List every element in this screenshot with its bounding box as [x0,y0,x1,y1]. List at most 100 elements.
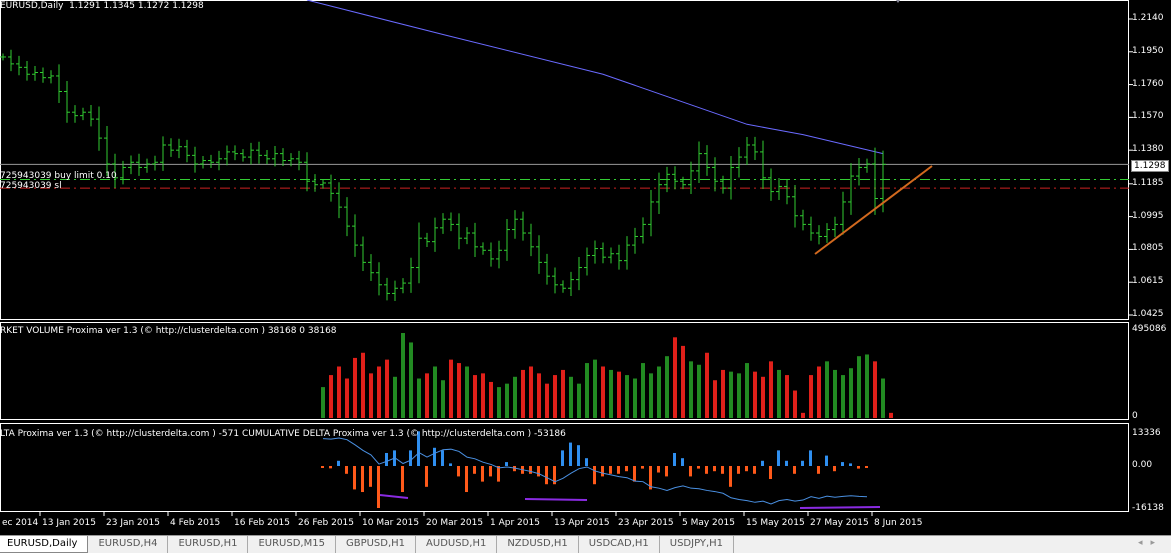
chart-tab[interactable]: AUDUSD,H1 [416,536,498,553]
chart-header: EURUSD,Daily 1.1291 1.1345 1.1272 1.1298 [0,1,204,11]
delta-bar [673,452,676,466]
volume-bar [761,376,765,418]
delta-bar [713,466,716,472]
price-tick: 1.0995 [1132,210,1164,221]
delta-bar [681,458,684,466]
volume-bar [849,368,853,418]
volume-bar [569,376,573,418]
delta-zero: 0.00 [1132,460,1153,470]
volume-bar [809,375,813,418]
volume-max: 495086 [1132,324,1167,334]
volume-bar [617,371,621,418]
chart-tab[interactable]: USDCAD,H1 [579,536,660,553]
delta-bar [385,452,388,466]
volume-bar [865,354,869,418]
symbol-label: EURUSD,Daily [0,1,64,11]
date-label: 5 May 2015 [682,518,735,528]
delta-max: 13336 [1132,428,1161,438]
volume-bar [465,366,469,418]
chart-tab[interactable]: GBPUSD,H1 [336,536,417,553]
delta-bar [697,466,700,469]
chart-tab[interactable]: EURUSD,H4 [88,536,169,553]
volume-bar [769,361,773,418]
support-line [379,494,409,499]
date-label: 27 May 2015 [810,518,869,528]
date-label: 26 Feb 2015 [298,518,355,528]
price-chart[interactable] [0,0,1171,535]
delta-bar [857,466,860,469]
delta-bar [369,466,372,487]
volume-bar [545,383,549,418]
delta-bar [585,458,588,466]
delta-bar [865,466,868,468]
date-label: ec 2014 [2,518,39,528]
volume-bar [577,383,581,418]
volume-bar [337,366,341,418]
delta-bar [617,466,620,474]
volume-bar [665,356,669,418]
delta-bar [489,466,492,477]
price-tick: 1.1570 [1132,111,1164,122]
volume-bar [321,387,325,418]
volume-bar [521,369,525,418]
delta-min: -16138 [1132,503,1164,513]
delta-bar [769,466,772,480]
delta-bar [761,460,764,466]
delta-bar [705,466,708,474]
volume-bar [641,363,645,418]
volume-bar [505,383,509,418]
volume-bar [601,366,605,418]
volume-bar [745,363,749,418]
delta-bar [577,445,580,466]
date-label: 13 Apr 2015 [554,518,610,528]
volume-bar [585,363,589,418]
chart-tab[interactable]: USDJPY,H1 [660,536,735,553]
ohlc-values: 1.1291 1.1345 1.1272 1.1298 [69,1,204,11]
volume-bar [345,378,349,418]
volume-bar [817,366,821,418]
volume-bar [729,371,733,418]
delta-bar [817,466,820,474]
delta-bar [785,460,788,466]
volume-bar [633,378,637,418]
delta-bar [569,442,572,466]
volume-bar [481,373,485,418]
chart-tab[interactable]: EURUSD,H1 [168,536,249,553]
delta-bar [505,462,508,466]
volume-bar [497,387,501,418]
volume-bar [369,373,373,418]
volume-bar [529,366,533,418]
chart-tab[interactable]: EURUSD,Daily [0,536,89,553]
price-tick: 1.0805 [1132,243,1164,254]
trend-line [814,165,933,255]
price-tick: 1.2140 [1132,13,1164,23]
delta-bar [753,466,756,474]
delta-bar [849,463,852,466]
price-tick: 1.1760 [1132,78,1164,89]
volume-bar [401,333,405,418]
date-label: 1 Apr 2015 [490,518,540,528]
volume-bar [697,364,701,418]
delta-bar [601,466,604,477]
delta-bar [449,463,452,466]
tab-scroll-arrows[interactable]: ◂▸ [1138,538,1163,548]
delta-bar [465,466,468,493]
delta-bar [729,466,732,487]
delta-bar [833,466,836,472]
arrow-marker [896,0,900,3]
chart-tab[interactable]: NZDUSD,H1 [497,536,579,553]
delta-bar [593,466,596,485]
date-label: 13 Jan 2015 [42,518,96,528]
delta-bar [473,466,476,474]
delta-bar [377,466,380,508]
volume-bar [513,376,517,418]
volume-bar [785,375,789,418]
delta-bar [745,466,748,472]
chart-tab[interactable]: EURUSD,M15 [248,536,336,553]
price-tick: 1.0425 [1132,309,1164,319]
volume-bar [593,359,597,418]
volume-bar [713,380,717,418]
volume-bar [649,373,653,418]
delta-bar [425,466,428,487]
volume-bar [409,342,413,418]
